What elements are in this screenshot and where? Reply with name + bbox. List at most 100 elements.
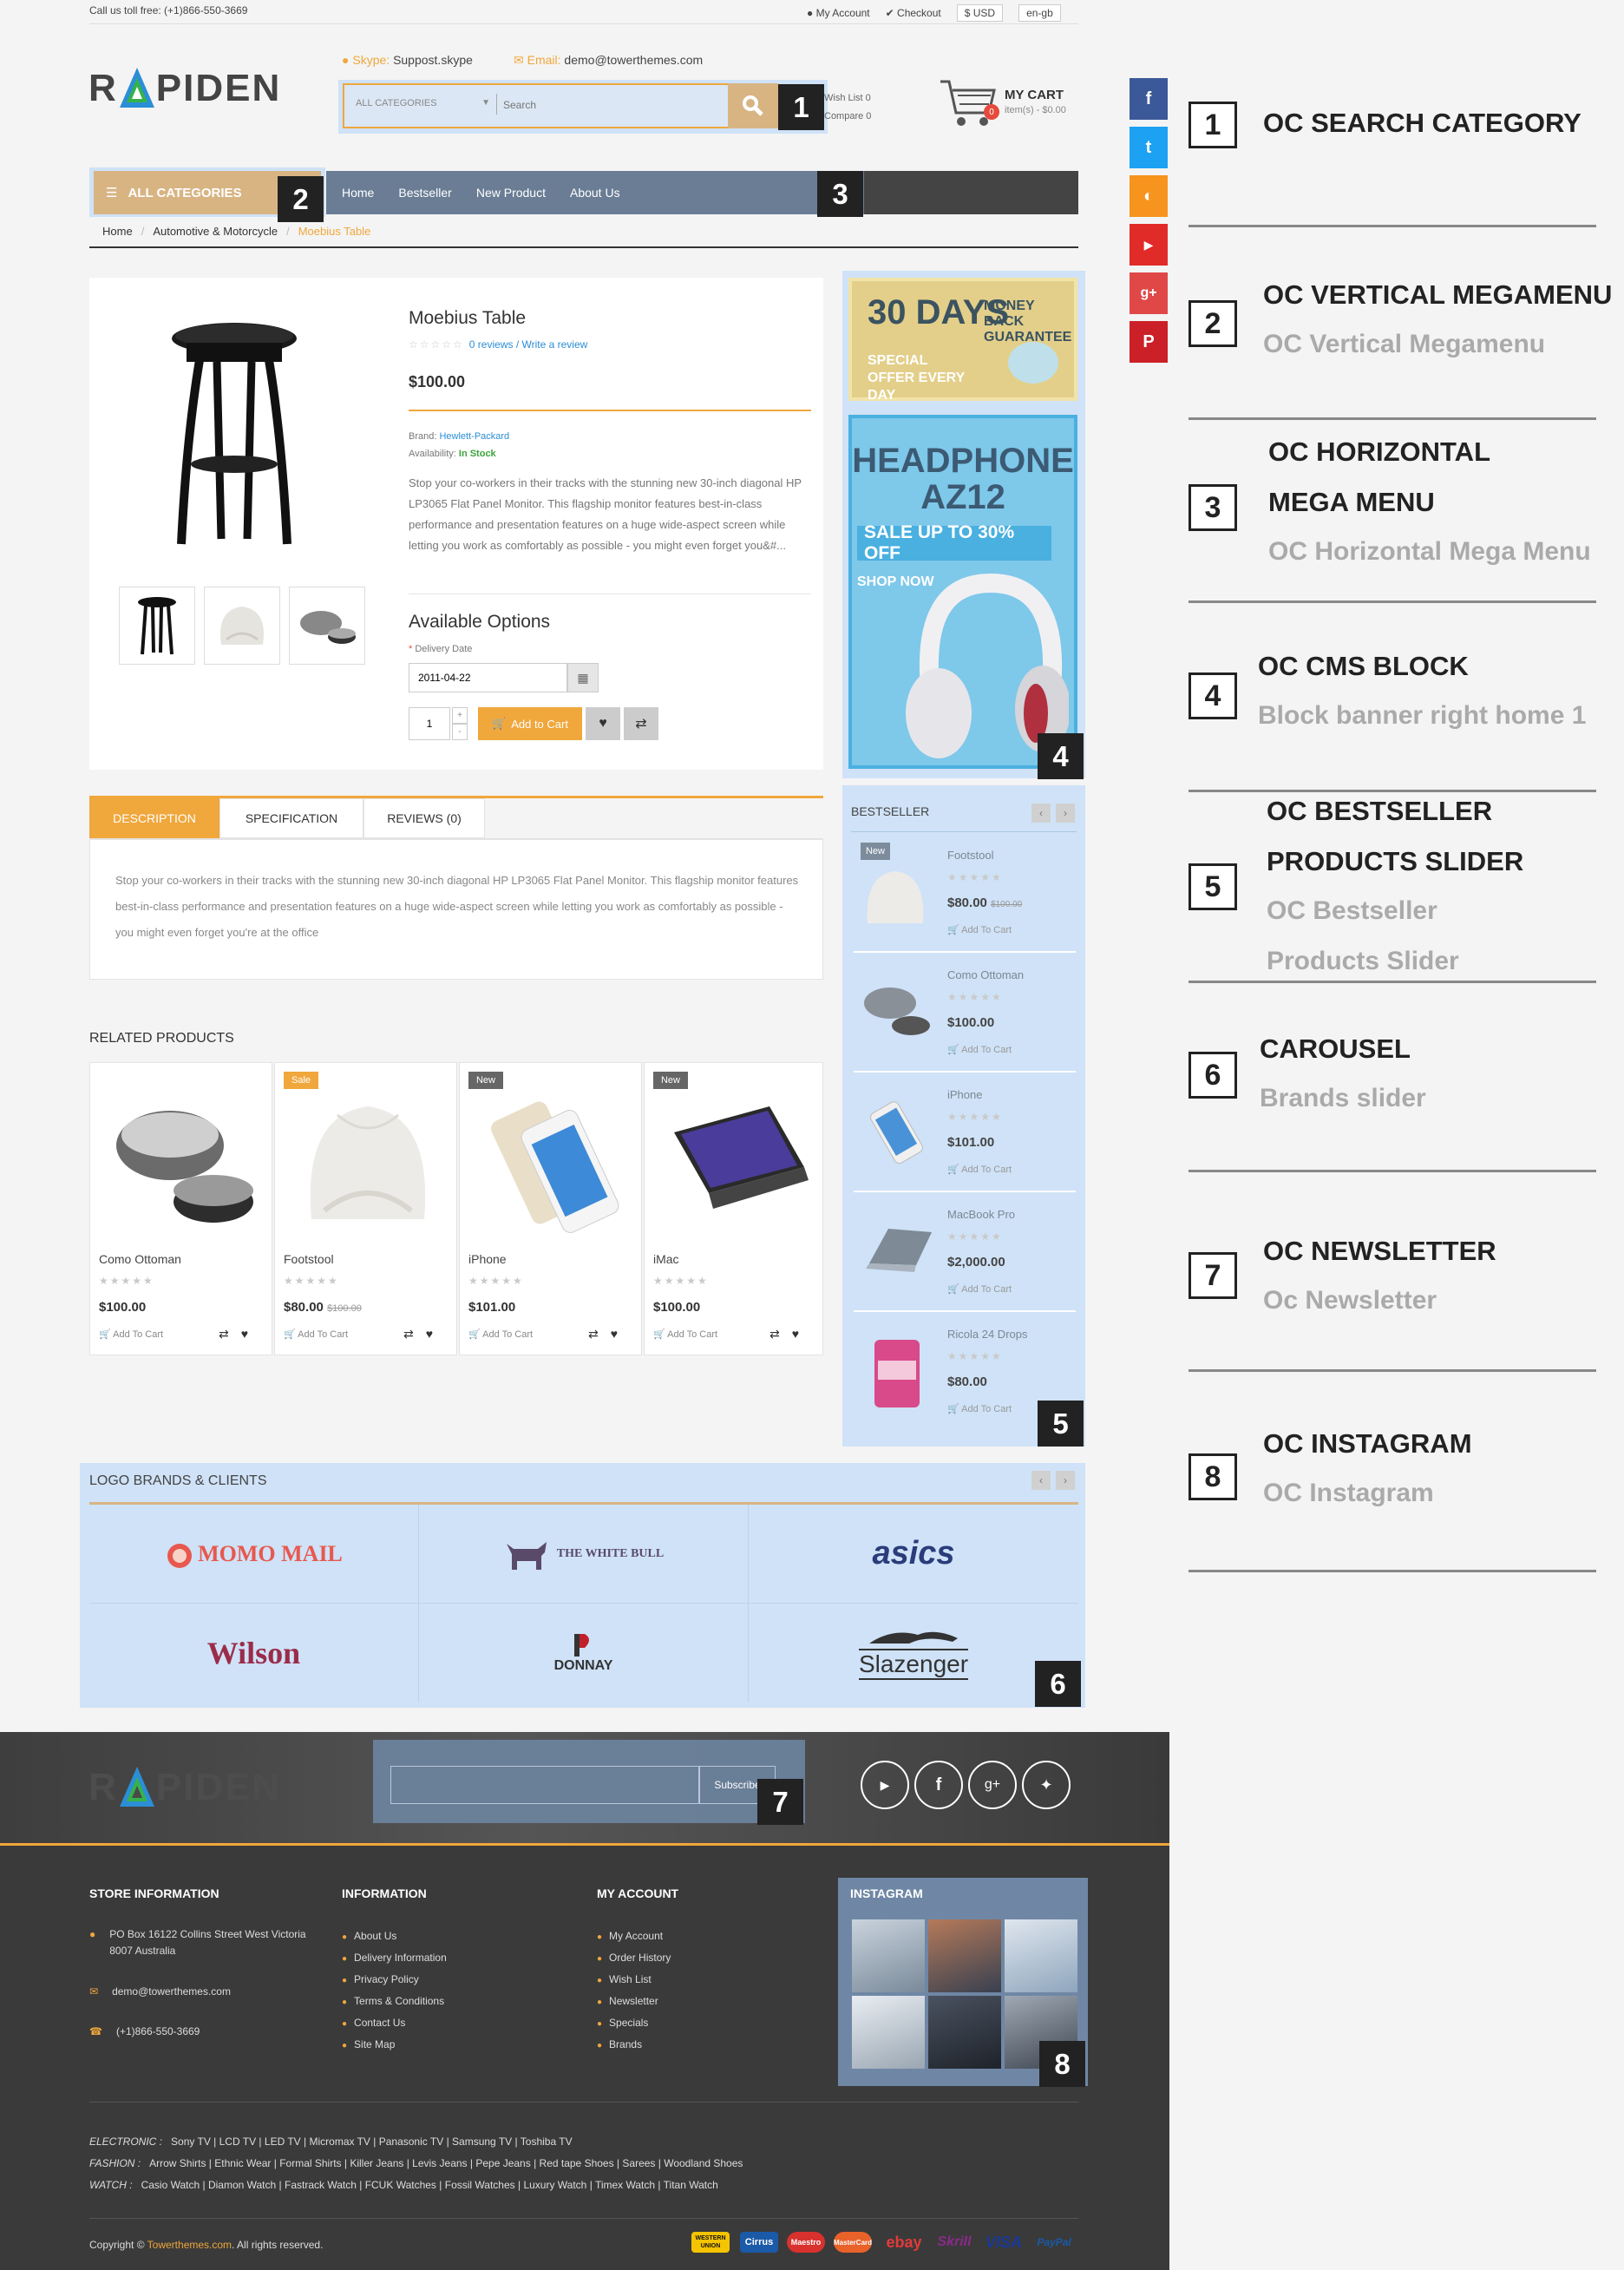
logo[interactable]: R PIDEN — [88, 64, 281, 113]
delivery-date-input[interactable] — [409, 663, 567, 692]
add-to-cart-link[interactable]: 🛒 Add To Cart — [947, 1283, 1012, 1295]
wishlist-button[interactable]: ♥ — [586, 707, 620, 740]
facebook-share-icon[interactable]: f — [1130, 78, 1168, 120]
tag-link[interactable]: Panasonic TV — [379, 2136, 444, 2148]
instagram-photo[interactable] — [1005, 1919, 1077, 1992]
nav-item-new-product[interactable]: New Product — [476, 186, 546, 200]
tag-link[interactable]: Toshiba TV — [521, 2136, 573, 2148]
footer-logo[interactable]: R PIDEN — [88, 1763, 281, 1812]
compare-icon[interactable]: ⇄ — [588, 1327, 599, 1342]
banner-money-back[interactable]: 30 DAYS MONEY BACK GUARANTEE SPECIAL OFF… — [848, 278, 1077, 403]
pinterest-icon[interactable]: P — [1130, 321, 1168, 363]
add-to-cart-link[interactable]: 🛒 Add To Cart — [947, 924, 1012, 935]
bestseller-item[interactable]: MacBook Pro ★★★★★ $2,000.00 🛒 Add To Car… — [854, 1194, 1076, 1312]
footer-link-wishlist[interactable]: ● Wish List — [597, 1973, 652, 1985]
qty-increase-button[interactable]: + — [452, 707, 468, 724]
youtube-icon[interactable]: ▶ — [861, 1761, 909, 1809]
qty-decrease-button[interactable]: - — [452, 724, 468, 740]
product-thumbnail[interactable] — [289, 587, 365, 665]
quantity-input[interactable] — [409, 707, 450, 740]
language-select[interactable]: en-gb — [1018, 4, 1061, 22]
facebook-icon[interactable]: f — [914, 1761, 963, 1809]
tag-link[interactable]: Pepe Jeans — [475, 2157, 530, 2169]
tag-link[interactable]: Luxury Watch — [523, 2179, 586, 2191]
tag-link[interactable]: Killer Jeans — [350, 2157, 403, 2169]
tag-link[interactable]: FCUK Watches — [365, 2179, 436, 2191]
brands-prev-button[interactable]: ‹ — [1031, 1471, 1051, 1490]
footer-link-privacy[interactable]: ● Privacy Policy — [342, 1973, 419, 1985]
related-product-card[interactable]: New iPhone ★★★★★ $101.00 🛒 Add To Cart ⇄… — [459, 1062, 642, 1355]
add-to-cart-link[interactable]: 🛒 Add To Cart — [99, 1329, 163, 1340]
footer-link-about[interactable]: ● About Us — [342, 1930, 396, 1942]
tag-link[interactable]: Formal Shirts — [279, 2157, 341, 2169]
tag-link[interactable]: Samsung TV — [452, 2136, 512, 2148]
footer-link-order-history[interactable]: ● Order History — [597, 1952, 671, 1964]
add-to-cart-link[interactable]: 🛒 Add To Cart — [947, 1164, 1012, 1175]
product-thumbnail[interactable] — [119, 587, 195, 665]
product-main-image[interactable] — [169, 317, 299, 551]
compare-icon[interactable]: ⇄ — [219, 1327, 229, 1342]
tag-link[interactable]: LED TV — [265, 2136, 301, 2148]
breadcrumb-home[interactable]: Home — [102, 225, 133, 238]
add-to-cart-link[interactable]: 🛒 Add To Cart — [468, 1329, 533, 1340]
tab-description[interactable]: DESCRIPTION — [89, 798, 219, 838]
add-to-cart-link[interactable]: 🛒 Add To Cart — [653, 1329, 717, 1340]
compare-icon[interactable]: ⇄ — [769, 1327, 780, 1342]
tag-link[interactable]: Timex Watch — [595, 2179, 655, 2191]
nav-item-home[interactable]: Home — [342, 186, 374, 200]
reviews-link[interactable]: 0 reviews / Write a review — [469, 338, 587, 351]
tag-link[interactable]: Diamon Watch — [208, 2179, 276, 2191]
brand-logo[interactable]: Wilson — [89, 1604, 419, 1702]
nav-item-about-us[interactable]: About Us — [570, 186, 620, 200]
brand-logo[interactable]: asics — [749, 1505, 1078, 1604]
twitter-share-icon[interactable]: t — [1130, 127, 1168, 168]
cart-button[interactable]: 0 — [939, 76, 999, 136]
brands-next-button[interactable]: › — [1056, 1471, 1075, 1490]
add-to-cart-button[interactable]: 🛒 Add to Cart — [478, 707, 582, 740]
compare-link[interactable]: Compare 0 — [824, 108, 871, 126]
footer-link-contact[interactable]: ● Contact Us — [342, 2017, 405, 2029]
compare-icon[interactable]: ⇄ — [403, 1327, 414, 1342]
google-plus-icon[interactable]: g+ — [968, 1761, 1017, 1809]
footer-link-brands[interactable]: ● Brands — [597, 2038, 642, 2050]
product-name[interactable]: Como Ottoman — [99, 1252, 181, 1266]
related-product-card[interactable]: Como Ottoman ★★★★★ $100.00 🛒 Add To Cart… — [89, 1062, 272, 1355]
product-name[interactable]: Footstool — [284, 1252, 334, 1266]
footer-link-delivery[interactable]: ● Delivery Information — [342, 1952, 447, 1964]
tag-link[interactable]: Ethnic Wear — [214, 2157, 271, 2169]
google-plus-share-icon[interactable]: g+ — [1130, 272, 1168, 314]
add-to-cart-link[interactable]: 🛒 Add To Cart — [284, 1329, 348, 1340]
newsletter-email-input[interactable] — [390, 1766, 699, 1804]
bestseller-next-button[interactable]: › — [1056, 804, 1075, 823]
instagram-photo[interactable] — [852, 1996, 925, 2069]
heart-icon[interactable]: ♥ — [792, 1327, 799, 1342]
instagram-photo[interactable] — [928, 1996, 1001, 2069]
search-input[interactable] — [503, 90, 720, 120]
tab-reviews[interactable]: REVIEWS (0) — [363, 798, 485, 838]
tag-link[interactable]: Micromax TV — [309, 2136, 370, 2148]
tag-link[interactable]: Woodland Shoes — [664, 2157, 743, 2169]
twitter-icon[interactable]: ✦ — [1022, 1761, 1071, 1809]
related-product-card[interactable]: New iMac ★★★★★ $100.00 🛒 Add To Cart ⇄ ♥ — [644, 1062, 823, 1355]
bestseller-item[interactable]: Como Ottoman ★★★★★ $100.00 🛒 Add To Cart — [854, 955, 1076, 1073]
add-to-cart-link[interactable]: 🛒 Add To Cart — [947, 1044, 1012, 1055]
bestseller-item[interactable]: New Footstool ★★★★★ $80.00 $100.00 🛒 Add… — [854, 835, 1076, 953]
brand-link[interactable]: Hewlett-Packard — [439, 431, 509, 442]
heart-icon[interactable]: ♥ — [241, 1327, 248, 1342]
brand-logo[interactable]: THE WHITE BULL — [419, 1505, 749, 1604]
product-name[interactable]: iPhone — [468, 1252, 507, 1266]
search-category-select[interactable]: ALL CATEGORIES ▼ — [356, 98, 490, 108]
tag-link[interactable]: Arrow Shirts — [149, 2157, 206, 2169]
tag-link[interactable]: Fastrack Watch — [285, 2179, 357, 2191]
add-to-cart-link[interactable]: 🛒 Add To Cart — [947, 1403, 1012, 1414]
wishlist-link[interactable]: Wish List 0 — [824, 89, 871, 108]
banner-headphone[interactable]: HEADPHONE AZ12 SALE UP TO 30% OFF SHOP N… — [848, 415, 1077, 769]
heart-icon[interactable]: ♥ — [426, 1327, 433, 1342]
checkout-link[interactable]: ✔ Checkout — [886, 7, 941, 19]
footer-link-newsletter[interactable]: ● Newsletter — [597, 1995, 658, 2007]
brand-logo[interactable]: Slazenger — [749, 1604, 1078, 1702]
youtube-share-icon[interactable]: ▶ — [1130, 224, 1168, 266]
my-account-link[interactable]: ● My Account — [807, 7, 870, 19]
tag-link[interactable]: Sony TV — [171, 2136, 211, 2148]
instagram-photo[interactable] — [928, 1919, 1001, 1992]
